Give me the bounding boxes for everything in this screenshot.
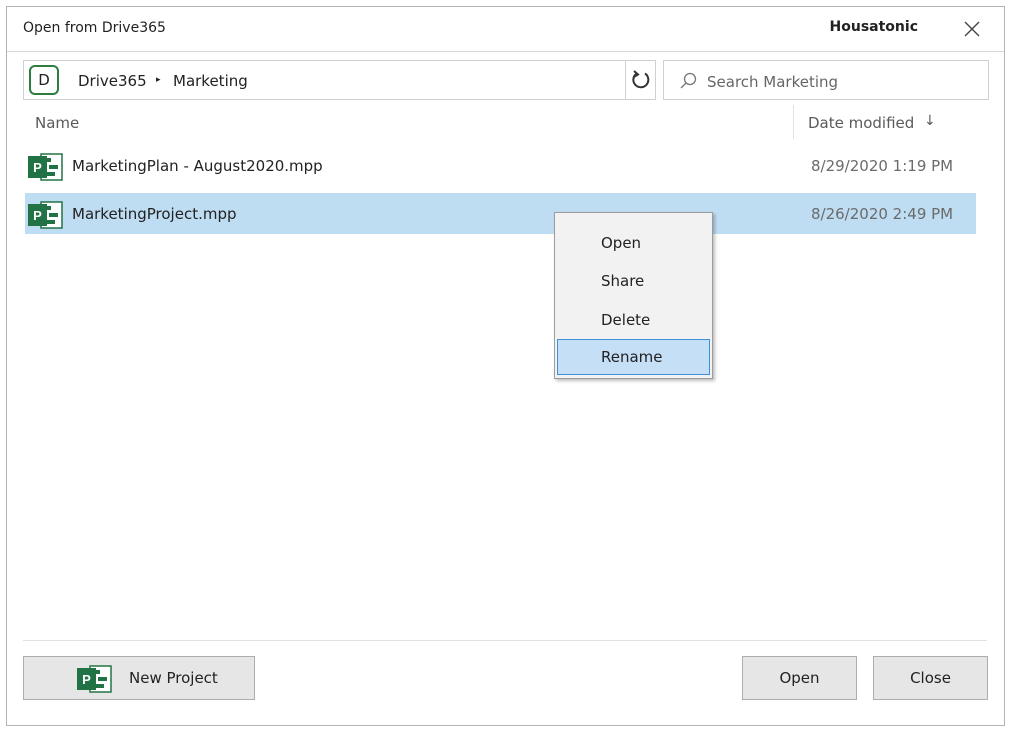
refresh-button[interactable] bbox=[625, 61, 655, 99]
file-date-modified: 8/29/2020 1:19 PM bbox=[811, 157, 954, 175]
column-divider[interactable] bbox=[793, 105, 794, 139]
breadcrumb-current[interactable]: Marketing bbox=[173, 72, 248, 90]
close-button[interactable]: Close bbox=[873, 656, 988, 700]
sort-descending-icon: ↓ bbox=[924, 113, 936, 129]
menu-item-rename[interactable]: Rename bbox=[557, 339, 710, 375]
account-name: Housatonic bbox=[829, 19, 918, 35]
close-icon[interactable] bbox=[960, 17, 984, 41]
project-file-icon: P bbox=[27, 200, 63, 230]
menu-item-open[interactable]: Open bbox=[557, 225, 710, 261]
dialog-title: Open from Drive365 bbox=[23, 20, 166, 36]
refresh-icon bbox=[631, 70, 649, 89]
breadcrumb-separator-icon: ▸ bbox=[156, 75, 161, 85]
title-bar: Open from Drive365 Housatonic bbox=[7, 7, 1004, 52]
project-file-icon: P bbox=[75, 664, 113, 694]
file-name: MarketingProject.mpp bbox=[72, 205, 237, 223]
open-button[interactable]: Open bbox=[742, 656, 857, 700]
project-file-icon: P bbox=[27, 152, 63, 182]
search-placeholder: Search Marketing bbox=[707, 73, 839, 91]
column-header-name[interactable]: Name bbox=[35, 114, 79, 132]
search-input[interactable]: Search Marketing bbox=[663, 60, 989, 100]
open-button-label: Open bbox=[779, 669, 820, 687]
breadcrumb-root[interactable]: Drive365 bbox=[78, 72, 147, 90]
svg-text:P: P bbox=[33, 160, 42, 175]
file-row-selected[interactable]: P MarketingProject.mpp 8/26/2020 2:49 PM bbox=[25, 193, 976, 234]
breadcrumb: D Drive365 ▸ Marketing bbox=[23, 60, 656, 100]
file-row[interactable]: P MarketingPlan - August2020.mpp 8/29/20… bbox=[25, 145, 976, 186]
file-name: MarketingPlan - August2020.mpp bbox=[72, 157, 323, 175]
footer-divider bbox=[23, 640, 987, 641]
close-button-label: Close bbox=[910, 669, 951, 687]
file-date-modified: 8/26/2020 2:49 PM bbox=[811, 205, 954, 223]
menu-item-share[interactable]: Share bbox=[557, 263, 710, 299]
open-from-drive-dialog: Open from Drive365 Housatonic D Drive365… bbox=[6, 6, 1005, 726]
drive-badge-icon: D bbox=[29, 65, 59, 95]
svg-text:P: P bbox=[82, 672, 91, 687]
menu-item-delete[interactable]: Delete bbox=[557, 302, 710, 338]
search-icon bbox=[678, 71, 698, 95]
svg-text:P: P bbox=[33, 208, 42, 223]
new-project-button[interactable]: P New Project bbox=[23, 656, 255, 700]
column-header-date-modified[interactable]: Date modified bbox=[808, 114, 914, 132]
context-menu: Open Share Delete Rename bbox=[554, 212, 713, 379]
new-project-label: New Project bbox=[129, 669, 218, 687]
